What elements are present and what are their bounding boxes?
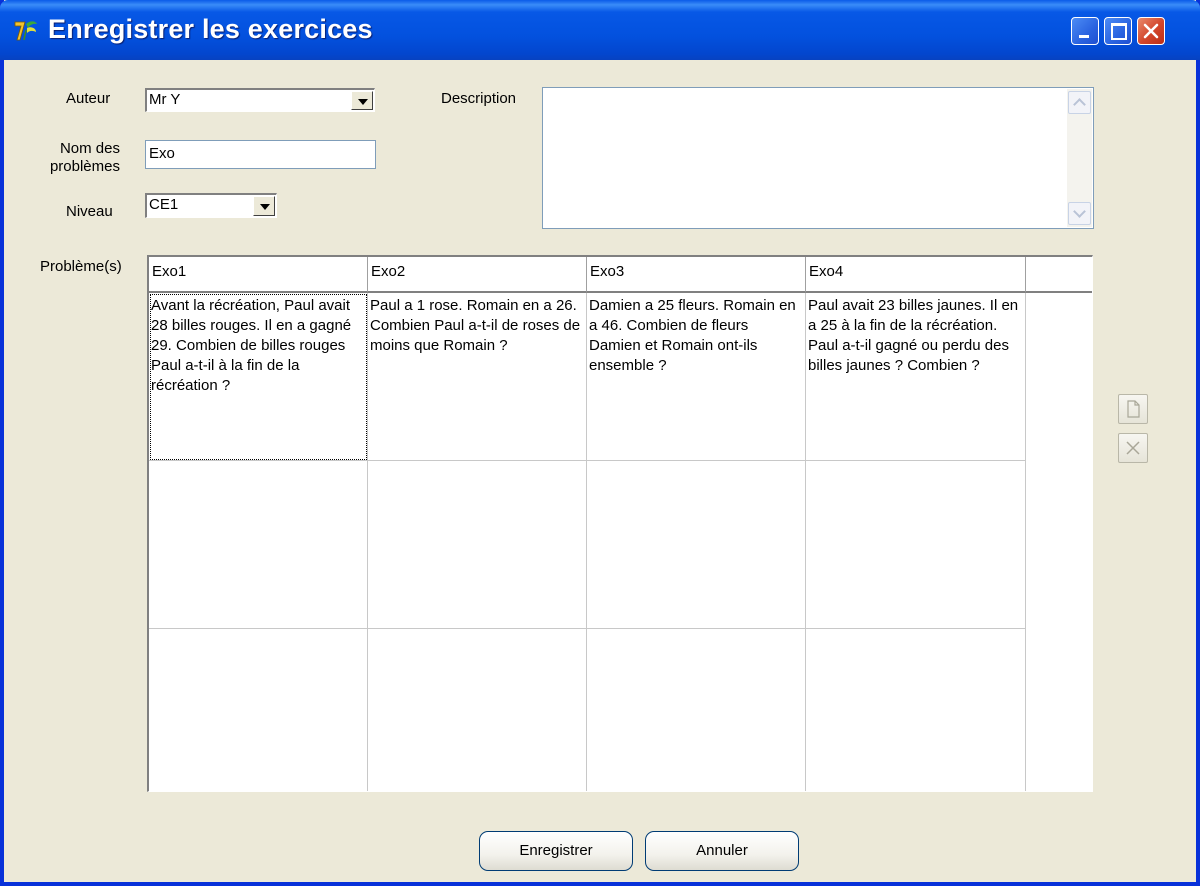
column-header[interactable]: Exo2 (368, 257, 587, 293)
problems-grid: Exo1 Exo2 Exo3 Exo4 Avant la récréation,… (147, 255, 1093, 792)
chevron-down-icon[interactable] (253, 196, 275, 216)
author-label: Auteur (66, 90, 111, 107)
column-header[interactable]: Exo3 (587, 257, 806, 293)
save-button[interactable]: Enregistrer (479, 831, 633, 871)
grid-cell[interactable] (806, 629, 1026, 791)
problems-label: Problème(s) (40, 258, 122, 275)
column-header[interactable]: Exo1 (149, 257, 368, 293)
maximize-button[interactable] (1104, 17, 1132, 45)
cancel-button[interactable]: Annuler (645, 831, 799, 871)
level-combobox[interactable]: CE1 (145, 193, 277, 218)
name-label-line2: problèmes (49, 158, 120, 175)
close-icon (1143, 23, 1159, 39)
close-button[interactable] (1137, 17, 1165, 45)
description-textarea[interactable] (542, 87, 1094, 229)
chevron-down-icon[interactable] (351, 91, 373, 110)
scroll-up-icon[interactable] (1068, 91, 1091, 114)
grid-cell[interactable] (587, 461, 806, 629)
column-header (1026, 257, 1092, 293)
grid-cell[interactable] (149, 461, 368, 629)
name-label-line1: Nom des (59, 140, 120, 157)
description-label: Description (441, 90, 517, 107)
grid-cell[interactable] (368, 461, 587, 629)
grid-cell[interactable]: Paul a 1 rose. Romain en a 26. Combien P… (368, 293, 587, 461)
author-value: Mr Y (149, 91, 181, 108)
grid-cell[interactable] (806, 461, 1026, 629)
new-document-icon (1127, 400, 1140, 418)
add-problem-button[interactable] (1118, 394, 1148, 424)
level-value: CE1 (149, 196, 179, 213)
grid-cell[interactable] (149, 629, 368, 791)
minimize-button[interactable] (1071, 17, 1099, 45)
problem-name-value: Exo (149, 145, 175, 162)
level-label: Niveau (66, 203, 113, 220)
delete-problem-button[interactable] (1118, 433, 1148, 463)
dialog-window: Enregistrer les exercices Auteur Mr Y No… (0, 0, 1200, 886)
grid-cell[interactable] (368, 629, 587, 791)
grid-cell[interactable]: Paul avait 23 billes jaunes. Il en a 25 … (806, 293, 1026, 461)
window-title: Enregistrer les exercices (48, 14, 373, 44)
column-header[interactable]: Exo4 (806, 257, 1026, 293)
app-icon (14, 21, 37, 41)
scroll-down-icon[interactable] (1068, 202, 1091, 225)
grid-cell[interactable]: Avant la récréation, Paul avait 28 bille… (149, 293, 368, 461)
description-scrollbar[interactable] (1067, 89, 1092, 227)
grid-cell[interactable]: Damien a 25 fleurs. Romain en a 46. Comb… (587, 293, 806, 461)
title-bar[interactable]: Enregistrer les exercices (0, 0, 1200, 60)
author-combobox[interactable]: Mr Y (145, 88, 375, 112)
problem-name-input[interactable]: Exo (145, 140, 376, 169)
delete-icon (1126, 441, 1140, 455)
grid-cell[interactable] (587, 629, 806, 791)
